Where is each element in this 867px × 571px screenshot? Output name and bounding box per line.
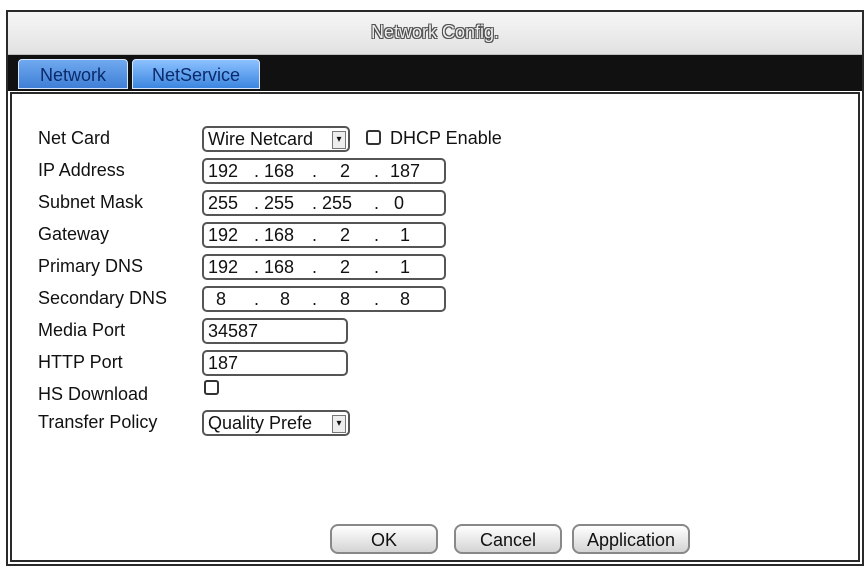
ip-dot: . (374, 289, 380, 309)
ip-address-label: IP Address (38, 160, 125, 180)
secondary-dns-label: Secondary DNS (38, 288, 168, 308)
subnet-mask-input[interactable]: 255 . 255 . 255 . 0 (202, 190, 446, 216)
hs-download-label: HS Download (38, 384, 149, 404)
application-button[interactable]: Application (572, 524, 690, 554)
ip-dot: . (312, 225, 318, 245)
ip-address-input[interactable]: 192 . 168 . 2 . 187 (202, 158, 446, 184)
http-port-input[interactable]: 187 (202, 350, 348, 376)
ip-dot: . (254, 161, 260, 181)
ip-octet: 8 (400, 289, 411, 309)
gateway-label: Gateway (38, 224, 110, 244)
transfer-policy-value: Quality Prefe (208, 413, 313, 433)
http-port-label: HTTP Port (38, 352, 123, 372)
media-port-label: Media Port (38, 320, 126, 340)
ip-octet: 168 (264, 161, 295, 181)
ip-octet: 1 (400, 225, 411, 245)
tab-network[interactable]: Network (18, 59, 128, 89)
ip-dot: . (254, 257, 260, 277)
title-bar[interactable]: Network Config. (8, 12, 862, 55)
ip-octet: 255 (264, 193, 295, 213)
ip-octet: 255 (208, 193, 239, 213)
subnet-mask-label: Subnet Mask (38, 192, 144, 212)
network-config-dialog: Network Config. Network NetService Net C… (6, 10, 864, 566)
ip-octet: 255 (322, 193, 353, 213)
ip-dot: . (254, 193, 260, 213)
dhcp-enable-label: DHCP Enable (390, 128, 502, 148)
ip-dot: . (374, 193, 380, 213)
ip-dot: . (312, 289, 318, 309)
ip-octet: 192 (208, 161, 239, 181)
transfer-policy-select[interactable]: Quality Prefe ▾ (202, 410, 350, 436)
ip-octet: 2 (340, 161, 351, 181)
net-card-label: Net Card (38, 128, 111, 148)
chevron-down-icon[interactable]: ▾ (332, 131, 346, 149)
ip-octet: 168 (264, 257, 295, 277)
ip-dot: . (374, 225, 380, 245)
ip-dot: . (312, 161, 318, 181)
ip-octet: 187 (390, 161, 421, 181)
ip-octet: 168 (264, 225, 295, 245)
net-card-select[interactable]: Wire Netcard ▾ (202, 126, 350, 152)
ip-octet: 1 (400, 257, 411, 277)
ok-button[interactable]: OK (330, 524, 438, 554)
dhcp-enable-checkbox[interactable] (366, 130, 381, 145)
secondary-dns-input[interactable]: 8 . 8 . 8 . 8 (202, 286, 446, 312)
ip-octet: 2 (340, 257, 351, 277)
tab-bar: Network NetService (8, 55, 862, 91)
ip-dot: . (374, 161, 380, 181)
cancel-button[interactable]: Cancel (454, 524, 562, 554)
ip-dot: . (312, 193, 318, 213)
ip-dot: . (254, 289, 260, 309)
ip-octet: 192 (208, 225, 239, 245)
primary-dns-label: Primary DNS (38, 256, 144, 276)
ip-octet: 2 (340, 225, 351, 245)
ip-octet: 8 (216, 289, 227, 309)
network-form: Net Card Wire Netcard ▾ DHCP Enable IP A… (10, 92, 860, 562)
ip-dot: . (374, 257, 380, 277)
ip-dot: . (312, 257, 318, 277)
ip-dot: . (254, 225, 260, 245)
gateway-input[interactable]: 192 . 168 . 2 . 1 (202, 222, 446, 248)
ip-octet: 8 (280, 289, 291, 309)
window-title: Network Config. (370, 22, 500, 42)
tab-netservice[interactable]: NetService (132, 59, 260, 89)
net-card-value: Wire Netcard (208, 129, 314, 149)
primary-dns-input[interactable]: 192 . 168 . 2 . 1 (202, 254, 446, 280)
ip-octet: 8 (340, 289, 351, 309)
media-port-input[interactable]: 34587 (202, 318, 348, 344)
chevron-down-icon[interactable]: ▾ (332, 415, 346, 433)
ip-octet: 192 (208, 257, 239, 277)
hs-download-checkbox[interactable] (204, 380, 219, 395)
transfer-policy-label: Transfer Policy (38, 412, 158, 432)
ip-octet: 0 (394, 193, 405, 213)
